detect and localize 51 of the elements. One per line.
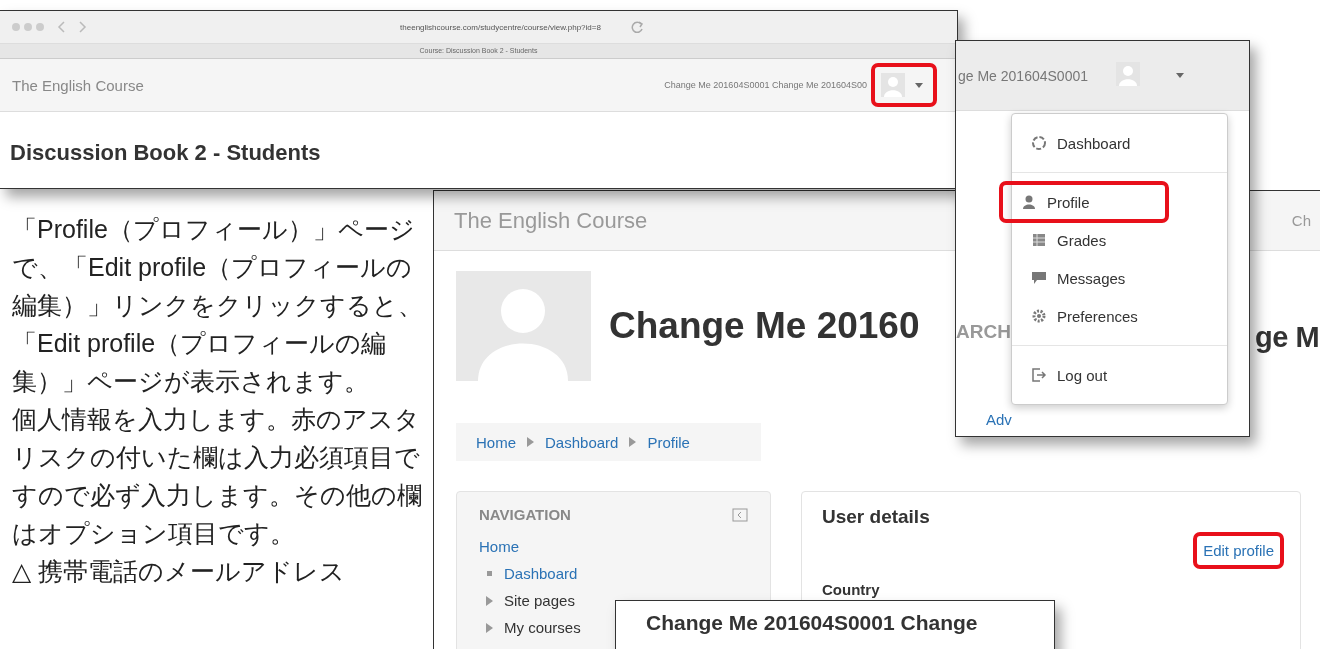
menu-item[interactable]: Dashboard	[1017, 126, 1222, 160]
page-heading: Discussion Book 2 - Students	[10, 140, 322, 166]
site-name[interactable]: The English Course	[454, 207, 648, 234]
breadcrumb-link[interactable]: Profile	[647, 433, 690, 451]
logout-icon	[1031, 367, 1047, 383]
breadcrumb-link[interactable]: Dashboard	[545, 433, 619, 451]
avatar-icon	[881, 73, 905, 97]
menu-item[interactable]: Preferences	[1017, 299, 1222, 333]
instruction-text: 「Profile（プロフィール）」ページで、「Edit profile（プロフィールの編集）」リンクをクリックすると、「Edit profile（プロフィールの編集）」ページが表示されます。	[12, 214, 424, 397]
window-controls-icon	[10, 21, 46, 33]
profile-name: Change Me 20160	[609, 305, 920, 347]
user-name[interactable]: ge Me 201604S0001	[958, 67, 1088, 84]
breadcrumb-separator-icon	[526, 437, 535, 447]
profile-name: ge M	[1255, 321, 1320, 354]
nav-link[interactable]: Home	[479, 538, 519, 555]
menu-item[interactable]: Messages	[1017, 261, 1222, 295]
menu-item[interactable]: Grades	[1017, 223, 1222, 257]
nav-link[interactable]: Dashboard	[504, 565, 578, 582]
menu-item[interactable]: Profile	[1003, 185, 1165, 219]
profile-name: Change Me 201604S0001 Change	[645, 610, 979, 635]
note-text: △ 携帯電話のメールアドレス	[12, 556, 347, 587]
field-label: Country	[822, 581, 881, 598]
dashboard-icon	[1031, 135, 1047, 151]
collapse-icon	[732, 507, 748, 522]
breadcrumb-separator-icon	[628, 437, 638, 447]
advanced-search-link[interactable]: Adv	[986, 411, 1012, 428]
expand-icon	[485, 622, 494, 633]
site-name[interactable]: The English Course	[12, 76, 665, 94]
block-title: NAVIGATION	[479, 506, 571, 523]
caret-icon	[915, 82, 923, 88]
speech-bubble-icon	[1031, 270, 1047, 286]
user-name[interactable]: Ch	[1291, 212, 1311, 229]
nav-link[interactable]: My courses	[504, 619, 581, 636]
menu-item[interactable]: Log out	[1017, 358, 1222, 392]
address-bar[interactable]: theenglishcourse.com/studycentre/course/view.php?id=8	[400, 22, 601, 32]
expand-icon	[485, 595, 494, 606]
person-icon	[1021, 194, 1037, 210]
back-icon	[56, 21, 67, 33]
user-name[interactable]: Change Me 201604S0001 Change Me 201604S00	[664, 80, 867, 90]
search-block-title: ARCH	[956, 321, 1011, 343]
settings-icon	[1031, 308, 1047, 324]
forward-icon	[77, 21, 88, 33]
avatar-icon	[1116, 61, 1140, 86]
table-icon	[1031, 232, 1047, 248]
caret-icon	[1176, 73, 1184, 78]
reload-icon	[630, 21, 645, 33]
bullet-icon	[485, 569, 494, 578]
card-title: User details	[822, 506, 931, 528]
nav-link[interactable]: Site pages	[504, 592, 575, 609]
instruction-text: 個人情報を入力します。赤のアスタリスクの付いた欄は入力必須項目ですので必ず入力します。その他の欄はオプション項目です。	[12, 404, 423, 549]
breadcrumb-link[interactable]: Home	[476, 433, 516, 451]
